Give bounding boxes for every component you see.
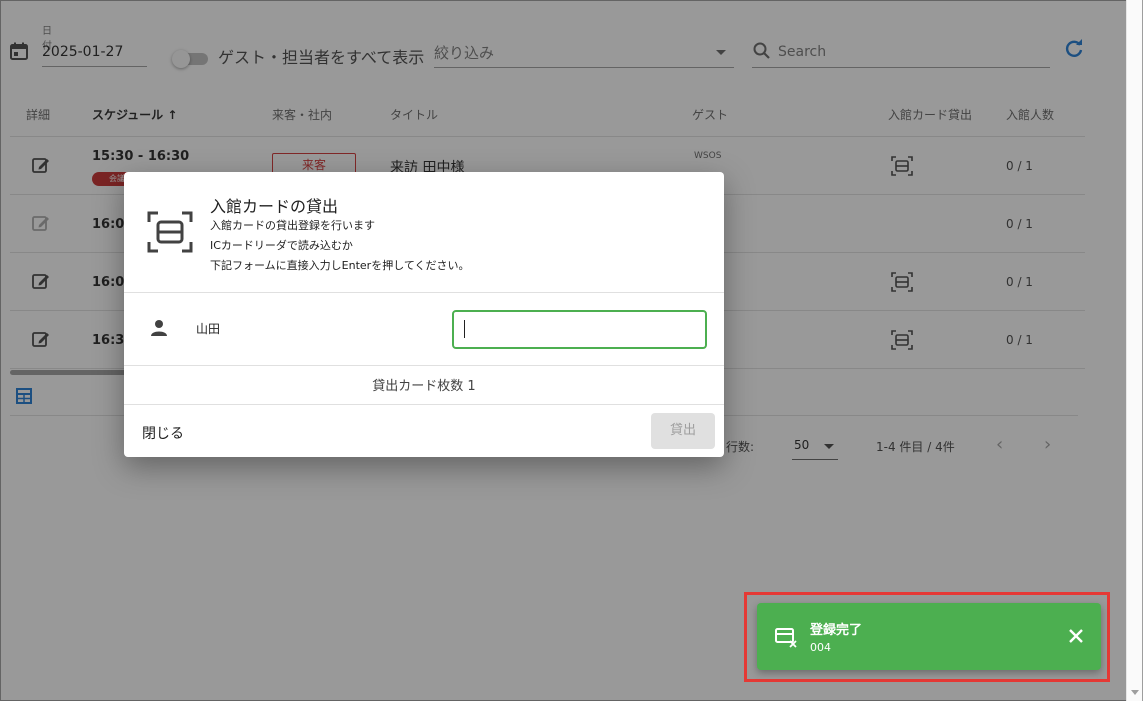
success-toast: 登録完了 004	[757, 603, 1101, 670]
lend-button[interactable]: 貸出	[651, 413, 715, 449]
person-name: 山田	[196, 322, 221, 336]
dialog-instruction-2: ICカードリーダで読み込むか	[210, 239, 353, 252]
scroll-down-arrow[interactable]	[1131, 690, 1139, 695]
card-lending-dialog: 入館カードの貸出 入館カードの貸出登録を行います ICカードリーダで読み込むか …	[124, 172, 724, 457]
text-cursor	[464, 320, 465, 338]
dialog-instruction-3: 下記フォームに直接入力しEnterを押してください。	[210, 259, 470, 272]
card-number-input[interactable]	[452, 310, 707, 349]
close-button[interactable]: 閉じる	[142, 423, 184, 443]
person-icon	[151, 320, 167, 336]
vertical-scrollbar[interactable]	[1126, 0, 1142, 701]
dialog-divider	[124, 292, 724, 293]
dialog-divider	[124, 404, 724, 405]
dialog-title: 入館カードの貸出	[210, 197, 339, 216]
card-return-icon	[775, 628, 797, 648]
close-icon[interactable]	[1065, 625, 1087, 647]
card-reader-icon	[147, 211, 193, 253]
toast-title: 登録完了	[810, 623, 863, 638]
issued-card-count: 貸出カード枚数 1	[372, 379, 476, 394]
dialog-instruction-1: 入館カードの貸出登録を行います	[210, 219, 375, 232]
toast-code: 004	[810, 641, 831, 654]
dialog-divider	[124, 365, 724, 366]
